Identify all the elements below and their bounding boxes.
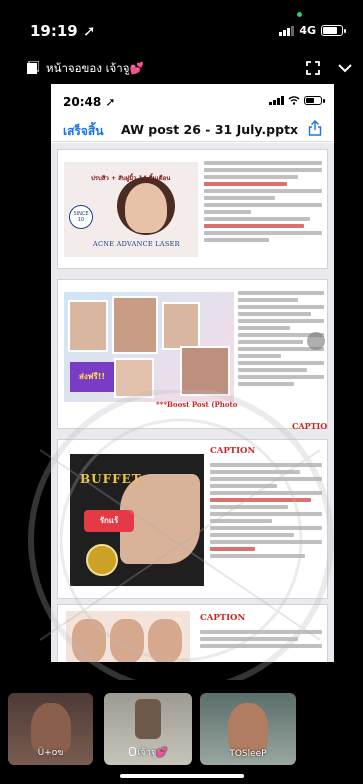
photo — [180, 346, 230, 396]
photo — [72, 619, 106, 662]
scroll-indicator[interactable] — [307, 332, 325, 350]
slide-1: ปรบสิว + สับฝูมิ้ว 14 สิ้นเดือน SINCE 10… — [57, 149, 328, 269]
since-badge: SINCE 10 — [69, 205, 93, 229]
fullscreen-icon[interactable] — [305, 60, 321, 76]
status-time: 19:19 ➚ — [30, 22, 96, 40]
done-button[interactable]: เสร็จสิ้น — [63, 122, 103, 141]
boost-post-label: ***Boost Post (Photo — [156, 400, 238, 409]
participant-video — [135, 699, 161, 739]
chevron-down-icon[interactable] — [337, 60, 353, 76]
caption-label: CAPTION — [210, 446, 256, 456]
signal-icon — [279, 25, 295, 36]
participant-name: TOSleeP — [229, 749, 267, 759]
file-title: AW post 26 - 31 July.pptx — [121, 122, 299, 137]
photo — [114, 358, 154, 398]
sale-label: ส่งฟรี!! — [70, 362, 114, 392]
promo-collage: ส่งฟรี!! — [64, 292, 234, 402]
promo-photos — [66, 611, 190, 662]
status-icons: 4G — [279, 24, 346, 37]
photo — [162, 302, 200, 350]
promo-brand: ACNE ADVANCE LASER — [93, 240, 180, 248]
network-label: 4G — [299, 24, 316, 37]
slide-3: BUFFET รักแร้ CAPTION — [57, 439, 328, 599]
home-indicator[interactable] — [120, 774, 244, 778]
screen-share-icon — [128, 747, 136, 756]
participant-name: เจ้าจู💕 — [104, 745, 192, 759]
photo — [112, 296, 158, 354]
document-navbar: เสร็จสิ้น AW post 26 - 31 July.pptx — [51, 114, 334, 142]
photo — [148, 619, 182, 662]
participant-video — [228, 703, 268, 755]
battery-icon — [321, 25, 346, 36]
shared-signal-icon — [269, 96, 284, 105]
photo — [110, 619, 144, 662]
shared-status-icons — [269, 96, 325, 105]
gold-badge — [86, 544, 118, 576]
buffet-thai-label: รักแร้ — [84, 510, 134, 532]
participant-tile[interactable]: Ü+oข — [8, 693, 93, 765]
camera-indicator — [297, 12, 302, 17]
screen-share-header: หน้าจอของ เจ้าจู💕 — [0, 54, 363, 82]
promo-image: ปรบสิว + สับฝูมิ้ว 14 สิ้นเดือน SINCE 10… — [64, 162, 198, 257]
promo-tagline: ปรบสิว + สับฝูมิ้ว 14 สิ้นเดือน — [91, 175, 171, 182]
participant-tile[interactable]: TOSleeP — [200, 693, 296, 765]
model-face — [125, 183, 167, 233]
status-bar: 19:19 ➚ 4G — [0, 0, 363, 52]
shared-screen: 20:48 ➚ เสร็จสิ้น AW post 26 - 31 July.p… — [51, 84, 334, 662]
buffet-title: BUFFET — [80, 472, 142, 486]
photo — [68, 300, 108, 352]
share-icon[interactable] — [308, 120, 322, 136]
shared-battery-icon — [304, 96, 325, 105]
shared-status-time: 20:48 ➚ — [63, 95, 116, 109]
slide-3-text — [210, 460, 322, 561]
shared-status-bar: 20:48 ➚ — [51, 84, 334, 114]
caption-label: CAPTION — [200, 613, 246, 623]
wifi-icon — [288, 96, 300, 105]
participant-name: Ü+oข — [37, 748, 64, 758]
slide-1-text — [204, 158, 322, 245]
slide-4-text — [200, 627, 322, 651]
screen-share-icon — [27, 61, 39, 74]
screen-share-title: หน้าจอของ เจ้าจู💕 — [46, 61, 144, 75]
slide-2: ส่งฟรี!! ***Boost Post (Photo CAPTIO — [57, 279, 328, 431]
caption-label: CAPTIO — [292, 421, 328, 431]
participant-tile[interactable]: เจ้าจู💕 — [104, 693, 192, 765]
slide-4: CAPTION — [57, 604, 328, 662]
buffet-promo-image: BUFFET รักแร้ — [70, 454, 204, 586]
